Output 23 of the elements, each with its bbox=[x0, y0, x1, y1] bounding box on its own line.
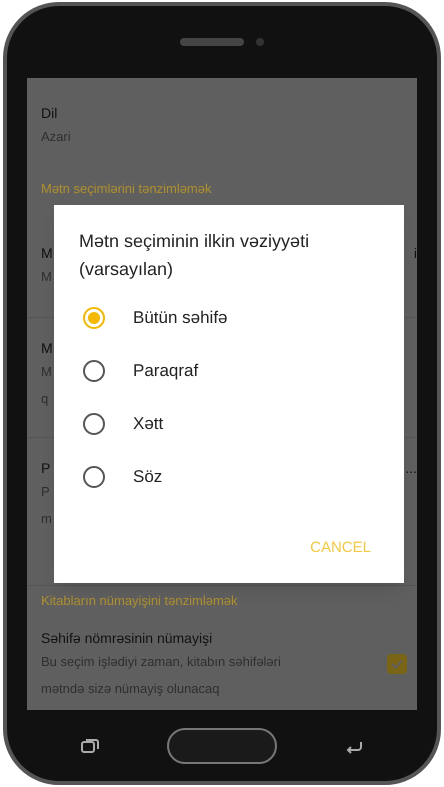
setting-title: i bbox=[414, 244, 417, 263]
check-icon bbox=[390, 657, 404, 671]
radio-option[interactable]: Paraqraf bbox=[79, 344, 379, 397]
section-header: Mətn seçimlərini tənzimləmək bbox=[41, 180, 212, 198]
setting-title: M bbox=[41, 339, 53, 358]
setting-title: Səhifə nömrəsinin nümayişi bbox=[41, 629, 212, 648]
radio-button[interactable] bbox=[83, 306, 105, 328]
checkbox[interactable] bbox=[387, 654, 407, 674]
speaker-grille bbox=[180, 38, 244, 46]
setting-title: M bbox=[41, 244, 53, 263]
setting-title: ... bbox=[405, 459, 417, 478]
setting-title: P bbox=[41, 459, 50, 478]
dialog-title: Mətn seçiminin ilkin vəziyyəti (varsayılan) bbox=[79, 230, 310, 281]
radio-option[interactable]: Söz bbox=[79, 450, 379, 503]
setting-title: Dil bbox=[41, 104, 58, 123]
home-button[interactable] bbox=[167, 728, 277, 764]
recent-apps-icon[interactable] bbox=[81, 738, 99, 754]
radio-button[interactable] bbox=[83, 412, 105, 434]
radio-button[interactable] bbox=[83, 360, 105, 382]
radio-button[interactable] bbox=[83, 466, 105, 488]
radio-option[interactable]: Bütün səhifə bbox=[79, 291, 379, 344]
section-header: Kitabların nümayişini tənzimləmək bbox=[41, 592, 238, 610]
radio-option[interactable]: Xətt bbox=[79, 397, 379, 450]
